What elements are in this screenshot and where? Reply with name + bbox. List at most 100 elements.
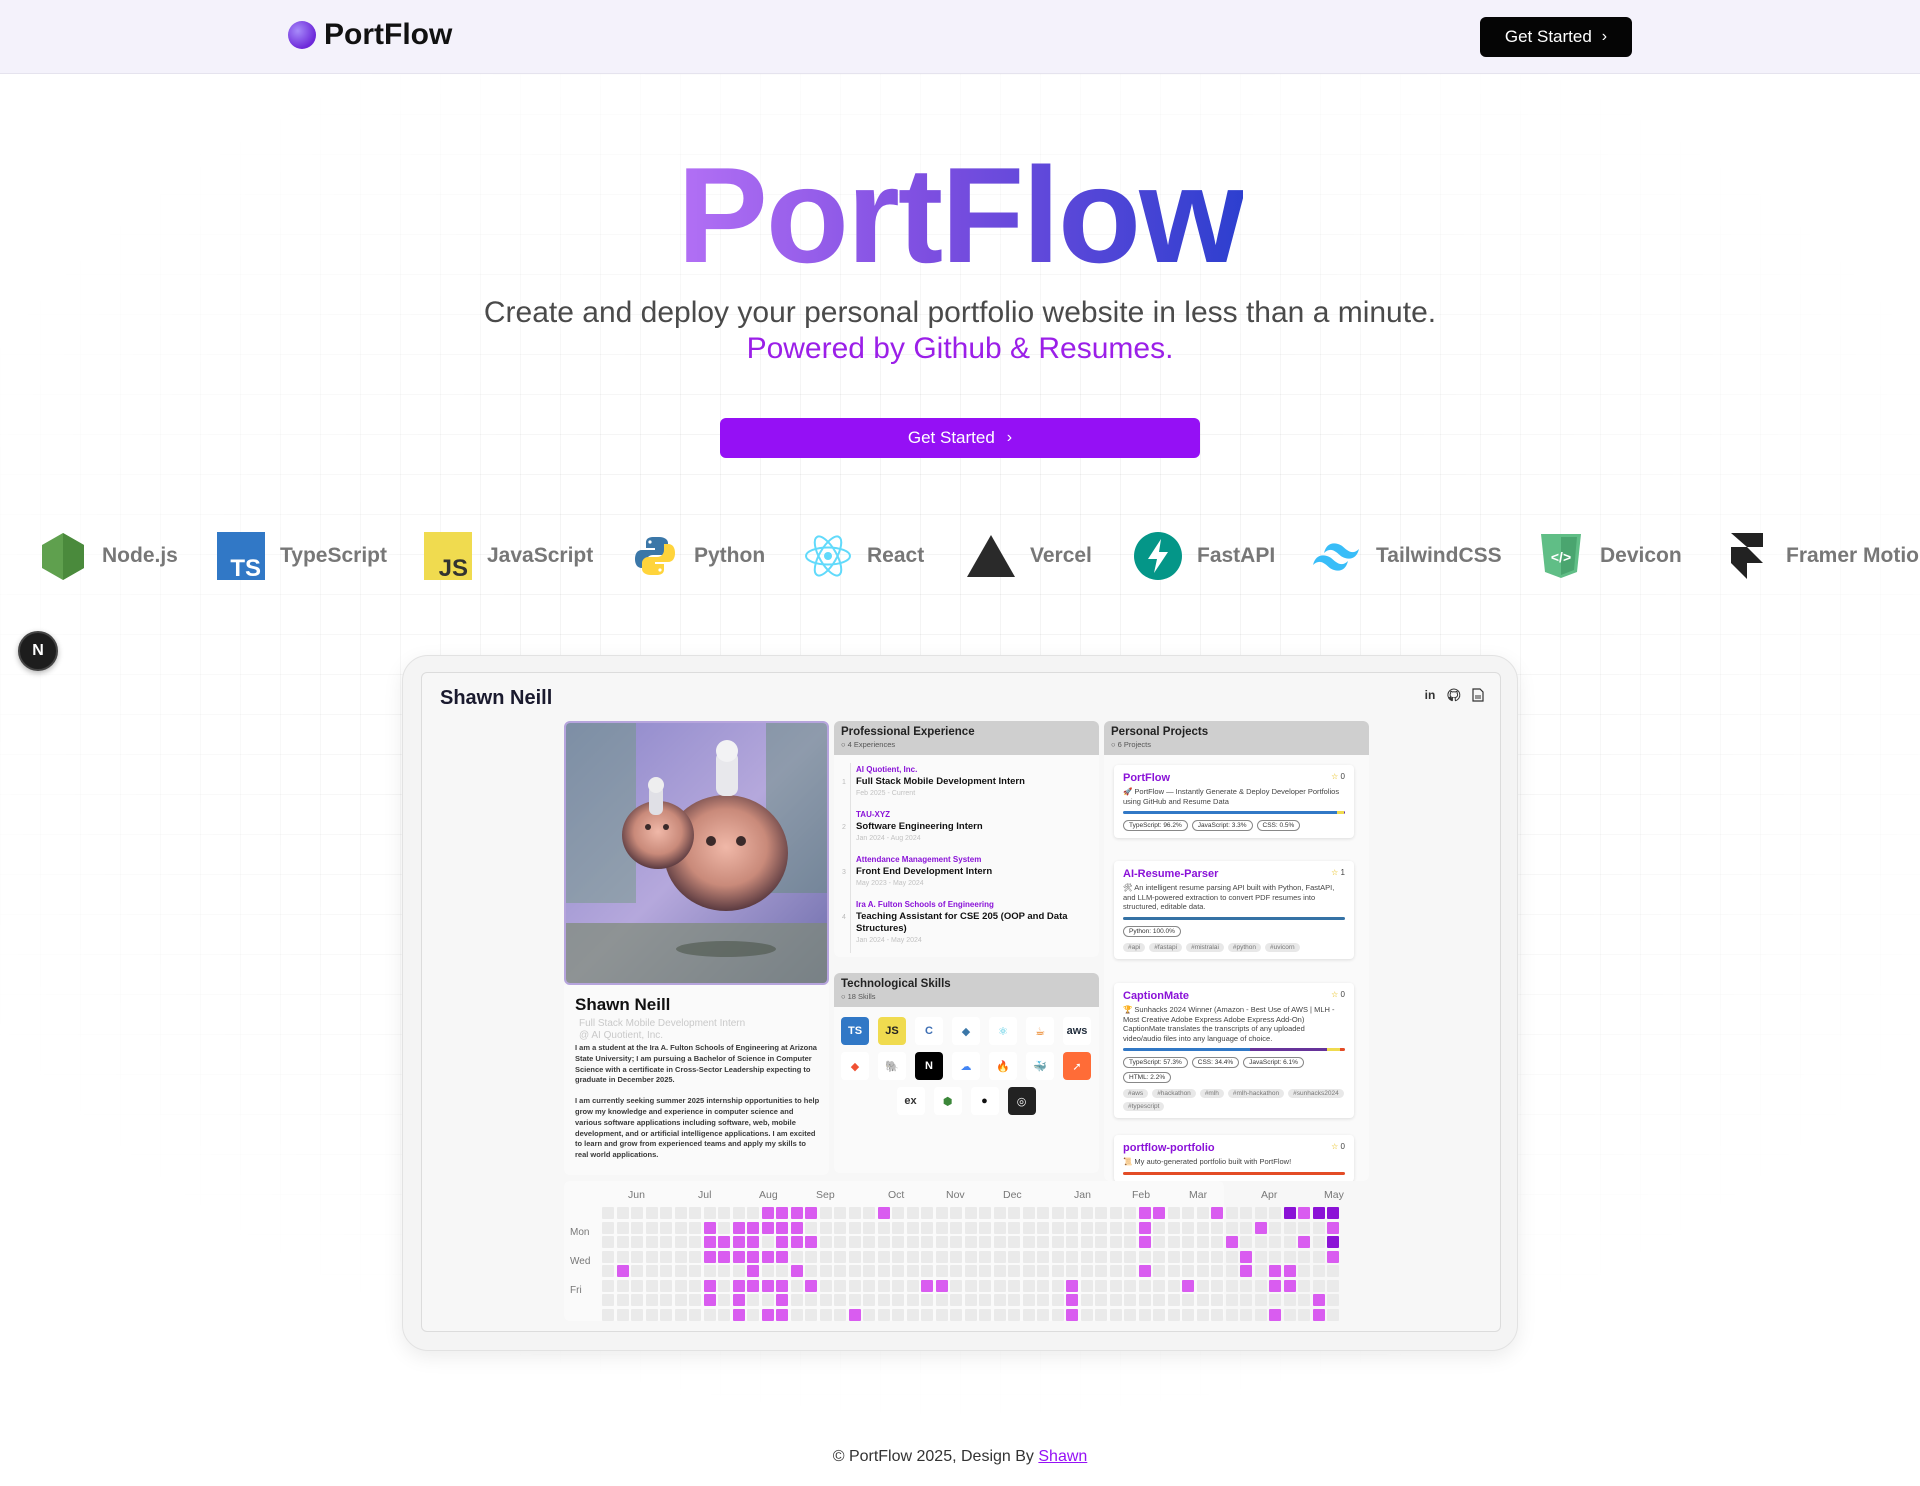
contribution-cell[interactable] xyxy=(1138,1221,1151,1234)
contribution-cell[interactable] xyxy=(964,1294,977,1306)
contribution-cell[interactable] xyxy=(1182,1221,1194,1234)
contribution-cell[interactable] xyxy=(776,1279,788,1292)
contribution-cell[interactable] xyxy=(732,1207,745,1219)
contribution-cell[interactable] xyxy=(660,1236,672,1248)
contribution-cell[interactable] xyxy=(602,1207,614,1219)
contribution-cell[interactable] xyxy=(1095,1308,1107,1321)
contribution-cell[interactable] xyxy=(1124,1236,1136,1248)
contribution-cell[interactable] xyxy=(1298,1308,1310,1321)
contribution-cell[interactable] xyxy=(1269,1265,1281,1277)
contribution-cell[interactable] xyxy=(790,1308,803,1321)
contribution-cell[interactable] xyxy=(1138,1250,1151,1263)
contribution-cell[interactable] xyxy=(1051,1250,1064,1263)
project-name[interactable]: CaptionMate xyxy=(1123,990,1345,1002)
contribution-cell[interactable] xyxy=(834,1207,846,1219)
contribution-cell[interactable] xyxy=(616,1308,629,1321)
contribution-cell[interactable] xyxy=(616,1207,629,1219)
contribution-cell[interactable] xyxy=(1109,1308,1122,1321)
contribution-cell[interactable] xyxy=(1312,1207,1325,1219)
contribution-cell[interactable] xyxy=(761,1250,774,1263)
contribution-cell[interactable] xyxy=(979,1207,991,1219)
contribution-cell[interactable] xyxy=(805,1279,817,1292)
contribution-cell[interactable] xyxy=(761,1308,774,1321)
contribution-cell[interactable] xyxy=(1196,1294,1209,1306)
contribution-cell[interactable] xyxy=(1080,1236,1093,1248)
contribution-cell[interactable] xyxy=(776,1308,788,1321)
contribution-cell[interactable] xyxy=(906,1221,919,1234)
contribution-cell[interactable] xyxy=(950,1279,962,1292)
contribution-cell[interactable] xyxy=(703,1236,716,1248)
contribution-cell[interactable] xyxy=(993,1294,1006,1306)
contribution-cell[interactable] xyxy=(761,1207,774,1219)
contribution-cell[interactable] xyxy=(1182,1279,1194,1292)
contribution-cell[interactable] xyxy=(776,1221,788,1234)
header-get-started-button[interactable]: Get Started › xyxy=(1480,17,1632,57)
contribution-cell[interactable] xyxy=(631,1308,643,1321)
contribution-cell[interactable] xyxy=(703,1207,716,1219)
contribution-cell[interactable] xyxy=(1269,1250,1281,1263)
contribution-cell[interactable] xyxy=(1240,1236,1252,1248)
contribution-cell[interactable] xyxy=(964,1265,977,1277)
contribution-cell[interactable] xyxy=(1080,1279,1093,1292)
experience-item[interactable]: AI Quotient, Inc. Full Stack Mobile Deve… xyxy=(856,765,1086,797)
contribution-cell[interactable] xyxy=(1080,1265,1093,1277)
contribution-cell[interactable] xyxy=(1022,1236,1035,1248)
contribution-cell[interactable] xyxy=(1327,1294,1339,1306)
contribution-cell[interactable] xyxy=(674,1221,687,1234)
contribution-cell[interactable] xyxy=(877,1308,890,1321)
contribution-cell[interactable] xyxy=(703,1294,716,1306)
contribution-cell[interactable] xyxy=(1008,1279,1020,1292)
contribution-cell[interactable] xyxy=(950,1236,962,1248)
contribution-cell[interactable] xyxy=(1167,1250,1180,1263)
contribution-cell[interactable] xyxy=(1196,1221,1209,1234)
project-tag[interactable]: #python xyxy=(1227,942,1262,952)
contribution-cell[interactable] xyxy=(805,1250,817,1263)
contribution-cell[interactable] xyxy=(1225,1207,1238,1219)
contribution-cell[interactable] xyxy=(1312,1294,1325,1306)
contribution-cell[interactable] xyxy=(674,1308,687,1321)
contribution-cell[interactable] xyxy=(906,1265,919,1277)
contribution-cell[interactable] xyxy=(1008,1294,1020,1306)
contribution-cell[interactable] xyxy=(631,1207,643,1219)
contribution-cell[interactable] xyxy=(1283,1308,1296,1321)
contribution-cell[interactable] xyxy=(834,1236,846,1248)
contribution-cell[interactable] xyxy=(979,1294,991,1306)
contribution-cell[interactable] xyxy=(732,1308,745,1321)
contribution-cell[interactable] xyxy=(1211,1250,1223,1263)
contribution-cell[interactable] xyxy=(631,1250,643,1263)
contribution-cell[interactable] xyxy=(906,1236,919,1248)
contribution-cell[interactable] xyxy=(1182,1265,1194,1277)
contribution-cell[interactable] xyxy=(892,1308,904,1321)
contribution-cell[interactable] xyxy=(1095,1294,1107,1306)
contribution-cell[interactable] xyxy=(979,1308,991,1321)
contribution-cell[interactable] xyxy=(1153,1265,1165,1277)
contribution-cell[interactable] xyxy=(790,1294,803,1306)
contribution-cell[interactable] xyxy=(660,1279,672,1292)
contribution-cell[interactable] xyxy=(834,1265,846,1277)
contribution-cell[interactable] xyxy=(1269,1308,1281,1321)
contribution-cell[interactable] xyxy=(892,1250,904,1263)
contribution-cell[interactable] xyxy=(1254,1207,1267,1219)
experience-item[interactable]: Ira A. Fulton Schools of Engineering Tea… xyxy=(856,900,1086,944)
contribution-cell[interactable] xyxy=(1283,1294,1296,1306)
contribution-cell[interactable] xyxy=(761,1294,774,1306)
contribution-cell[interactable] xyxy=(1066,1250,1078,1263)
contribution-cell[interactable] xyxy=(1066,1221,1078,1234)
contribution-cell[interactable] xyxy=(1327,1279,1339,1292)
contribution-cell[interactable] xyxy=(979,1236,991,1248)
contribution-cell[interactable] xyxy=(660,1207,672,1219)
contribution-cell[interactable] xyxy=(1022,1265,1035,1277)
contribution-cell[interactable] xyxy=(602,1279,614,1292)
contribution-cell[interactable] xyxy=(935,1265,948,1277)
contribution-cell[interactable] xyxy=(863,1294,875,1306)
contribution-cell[interactable] xyxy=(660,1294,672,1306)
contribution-cell[interactable] xyxy=(834,1250,846,1263)
contribution-cell[interactable] xyxy=(863,1308,875,1321)
contribution-cell[interactable] xyxy=(863,1207,875,1219)
project-tag[interactable]: #hackathon xyxy=(1152,1089,1196,1098)
contribution-cell[interactable] xyxy=(892,1221,904,1234)
contribution-cell[interactable] xyxy=(1211,1221,1223,1234)
contribution-cell[interactable] xyxy=(906,1279,919,1292)
contribution-cell[interactable] xyxy=(950,1250,962,1263)
contribution-cell[interactable] xyxy=(1182,1250,1194,1263)
